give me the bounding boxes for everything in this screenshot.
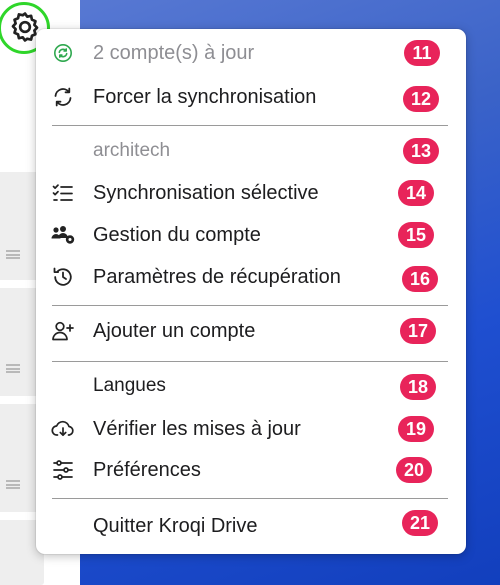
- step-badge: 19: [398, 416, 434, 442]
- menu-item-add-account[interactable]: Ajouter un compte 17: [36, 312, 466, 350]
- menu-item-quit[interactable]: Quitter Kroqi Drive 21: [36, 507, 466, 545]
- sync-ok-icon: [50, 40, 76, 66]
- history-icon: [50, 264, 76, 290]
- quit-label: Quitter Kroqi Drive: [93, 514, 258, 537]
- step-badge: 20: [396, 457, 432, 483]
- menu-item-selective-sync[interactable]: Synchronisation sélective 14: [36, 174, 466, 212]
- drag-handle[interactable]: [6, 250, 20, 259]
- cloud-download-icon: [50, 416, 76, 442]
- manage-account-label: Gestion du compte: [93, 223, 261, 246]
- checklist-icon: [50, 180, 76, 206]
- step-badge: 18: [400, 374, 436, 400]
- sliders-icon: [50, 457, 76, 483]
- user-plus-icon: [50, 318, 76, 344]
- languages-label: Langues: [93, 375, 166, 396]
- menu-separator: [52, 305, 448, 306]
- force-sync-label: Forcer la synchronisation: [93, 85, 317, 108]
- sync-arrows-icon: [50, 84, 76, 110]
- step-badge: 15: [398, 222, 434, 248]
- drag-handle[interactable]: [6, 480, 20, 489]
- menu-item-recovery-settings[interactable]: Paramètres de récupération 16: [36, 258, 466, 296]
- menu-item-languages[interactable]: Langues 18: [36, 367, 466, 405]
- step-badge: 17: [400, 318, 436, 344]
- menu-item-status: 2 compte(s) à jour 11: [36, 34, 466, 72]
- menu-item-force-sync[interactable]: Forcer la synchronisation 12: [36, 78, 466, 116]
- step-badge: 11: [404, 40, 440, 66]
- selective-sync-label: Synchronisation sélective: [93, 181, 319, 204]
- preferences-label: Préférences: [93, 458, 201, 481]
- menu-item-manage-account[interactable]: Gestion du compte 15: [36, 216, 466, 254]
- menu-item-check-updates[interactable]: Vérifier les mises à jour 19: [36, 410, 466, 448]
- step-badge: 21: [402, 510, 438, 536]
- menu-separator: [52, 361, 448, 362]
- users-gear-icon: [50, 222, 76, 248]
- account-menu: 2 compte(s) à jour 11 Forcer la synchron…: [36, 29, 466, 554]
- step-badge: 13: [403, 138, 439, 164]
- add-account-label: Ajouter un compte: [93, 319, 256, 342]
- menu-separator: [52, 125, 448, 126]
- step-badge: 16: [402, 266, 438, 292]
- account-name: architech: [93, 140, 171, 161]
- menu-item-account-header: architech 13: [36, 132, 466, 170]
- step-badge: 12: [403, 86, 439, 112]
- recovery-settings-label: Paramètres de récupération: [93, 265, 341, 288]
- drag-handle[interactable]: [6, 364, 20, 373]
- menu-item-preferences[interactable]: Préférences 20: [36, 451, 466, 489]
- menu-separator: [52, 498, 448, 499]
- step-badge: 14: [398, 180, 434, 206]
- check-updates-label: Vérifier les mises à jour: [93, 417, 301, 440]
- status-label: 2 compte(s) à jour: [93, 41, 255, 64]
